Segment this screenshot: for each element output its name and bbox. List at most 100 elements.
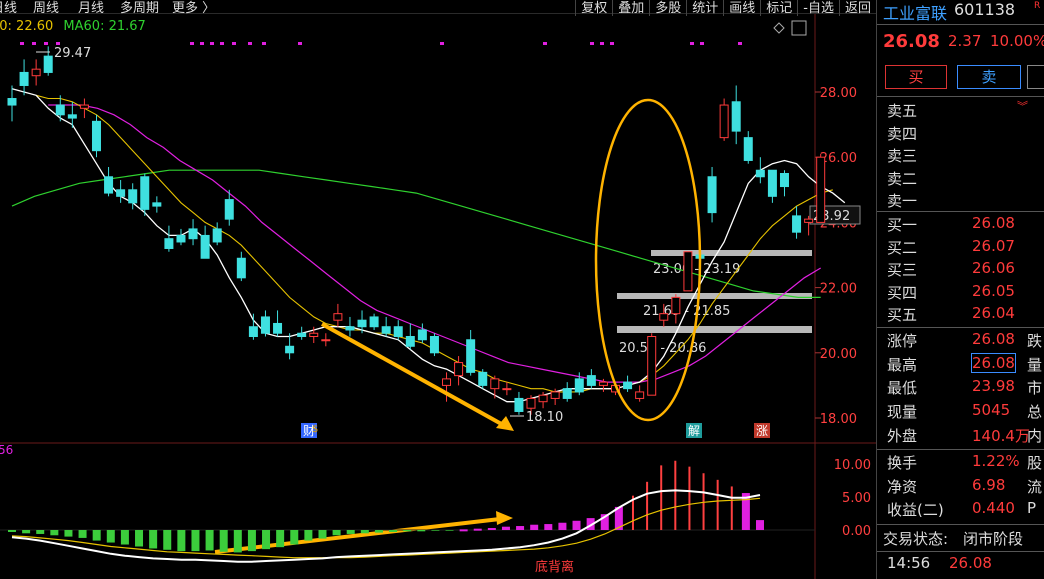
quote-row: 收益(二) 0.440 P bbox=[877, 499, 1044, 521]
trade-status: 交易状态: 闭市阶段 bbox=[877, 528, 1044, 550]
candle-body bbox=[393, 326, 403, 338]
divider bbox=[877, 524, 1044, 525]
macd-bar bbox=[501, 526, 510, 530]
quote-row-extra: 流 bbox=[1027, 477, 1043, 496]
quote-row: 外盘 140.4万内 bbox=[877, 425, 1044, 447]
quote-row-label: 现量 bbox=[887, 403, 918, 422]
candle-body bbox=[91, 120, 101, 152]
macd-bar bbox=[403, 530, 412, 532]
macd-bar bbox=[233, 530, 242, 553]
candle-body bbox=[586, 375, 596, 386]
candle-body bbox=[188, 228, 198, 240]
macd-bar bbox=[487, 528, 496, 531]
quote-row-extra: 总 bbox=[1027, 403, 1043, 422]
macd-bar bbox=[92, 530, 101, 541]
event-marker bbox=[220, 42, 224, 45]
event-marker bbox=[543, 42, 547, 45]
candle-body bbox=[514, 397, 524, 412]
quote-row: 买三 26.06 bbox=[877, 259, 1044, 281]
price-change-pct: 10.00% bbox=[990, 32, 1044, 50]
trade-status-label: 交易状态: bbox=[883, 530, 949, 548]
macd-bar bbox=[262, 530, 271, 550]
macd-bar bbox=[389, 530, 398, 532]
quote-row: 买四 26.05 bbox=[877, 282, 1044, 304]
candle-body bbox=[321, 339, 331, 342]
candle-body bbox=[333, 313, 343, 321]
quote-row: 卖三 bbox=[877, 145, 1044, 167]
macd-bar bbox=[290, 530, 299, 545]
event-marker bbox=[32, 42, 36, 45]
event-marker bbox=[690, 42, 694, 45]
price-tick-label: 26.00 bbox=[820, 151, 857, 166]
price-change: 2.37 bbox=[948, 32, 982, 50]
price-zone-bar bbox=[617, 326, 812, 333]
quote-row: 卖五 bbox=[877, 100, 1044, 122]
macd-bar bbox=[219, 530, 228, 552]
candle-body bbox=[792, 215, 802, 233]
stock-terminal: 日线 周线 月线 多周期 更多 〉 复权 叠加 多股 统计 画线 标记 -自选 … bbox=[0, 0, 1044, 579]
candle-body bbox=[236, 257, 246, 279]
quote-row-extra: P bbox=[1027, 499, 1037, 517]
candle-body bbox=[116, 189, 126, 197]
buy-button[interactable]: 买 bbox=[885, 65, 947, 89]
event-marker bbox=[20, 42, 24, 45]
price-tick-label: 18.00 bbox=[820, 412, 857, 427]
more-trade-button[interactable] bbox=[1027, 65, 1044, 89]
price-zone-bar bbox=[651, 250, 812, 256]
stock-code: 601138 bbox=[954, 0, 1016, 19]
candle-body bbox=[478, 371, 488, 386]
candle-body bbox=[454, 362, 464, 377]
macd-bar bbox=[135, 530, 144, 547]
quote-row-value: 26.07 bbox=[972, 236, 1015, 255]
event-marker bbox=[56, 42, 60, 45]
macd-bar bbox=[8, 530, 16, 532]
quote-row-label: 卖二 bbox=[887, 169, 918, 188]
quote-row: 卖四 bbox=[877, 123, 1044, 145]
price-tick-label: 28.00 bbox=[820, 86, 857, 101]
quote-row-label: 买三 bbox=[887, 261, 918, 279]
macd-bar bbox=[191, 530, 200, 552]
quote-row: 换手 1.22% 股 bbox=[877, 452, 1044, 474]
macd-bar bbox=[22, 530, 31, 534]
quote-row: 涨停 26.08 跌 bbox=[877, 330, 1044, 352]
quote-row-extra: 市 bbox=[1027, 379, 1043, 398]
sell-button[interactable]: 卖 bbox=[957, 65, 1021, 89]
stock-name[interactable]: 工业富联 bbox=[883, 0, 947, 24]
quote-row-value: 26.06 bbox=[972, 259, 1015, 277]
macd-bar bbox=[120, 530, 129, 545]
quote-panel: 工业富联 601138 R 26.08 2.37 10.00% 买 卖 ︾ 卖五… bbox=[876, 0, 1044, 579]
event-marker bbox=[262, 42, 266, 45]
event-marker bbox=[248, 42, 252, 45]
quote-row: 最高 26.08 量 bbox=[877, 352, 1044, 376]
quote-row: 最低 23.98 市 bbox=[877, 377, 1044, 399]
low-label: 18.10 bbox=[526, 410, 563, 425]
macd-bar bbox=[36, 530, 45, 534]
candle-body bbox=[19, 71, 29, 86]
candle-body bbox=[731, 101, 741, 132]
candle-body bbox=[490, 378, 500, 390]
quote-row-value: 140.4万 bbox=[972, 426, 1030, 445]
quote-row-label: 买五 bbox=[887, 306, 918, 324]
candle-body bbox=[31, 68, 41, 77]
candle-body bbox=[260, 316, 270, 334]
candle-body bbox=[405, 336, 415, 347]
candle-body bbox=[816, 156, 826, 223]
quote-row-label: 买四 bbox=[887, 283, 918, 302]
macd-trend-arrow bbox=[214, 517, 501, 554]
macd-bar bbox=[177, 530, 186, 552]
macd-bar bbox=[304, 530, 313, 541]
candle-body bbox=[623, 381, 633, 390]
event-marker bbox=[700, 42, 704, 45]
high-label: 29.47 bbox=[54, 46, 91, 61]
diamond-icon bbox=[773, 22, 785, 34]
kline-chart[interactable]: 28.0026.0024.0022.0020.0018.0023.9210.00… bbox=[0, 0, 876, 579]
price-tick-label: 20.00 bbox=[820, 347, 857, 362]
quote-row-extra: 股 bbox=[1027, 454, 1043, 472]
quote-row: 买一 26.08 bbox=[877, 214, 1044, 236]
candle-body bbox=[526, 397, 536, 409]
quote-row-value: 23.98 bbox=[972, 377, 1015, 396]
candle-body bbox=[659, 313, 669, 321]
macd-tick-label: 5.00 bbox=[842, 491, 871, 506]
macd-bar bbox=[516, 526, 525, 530]
candle-body bbox=[574, 378, 584, 393]
